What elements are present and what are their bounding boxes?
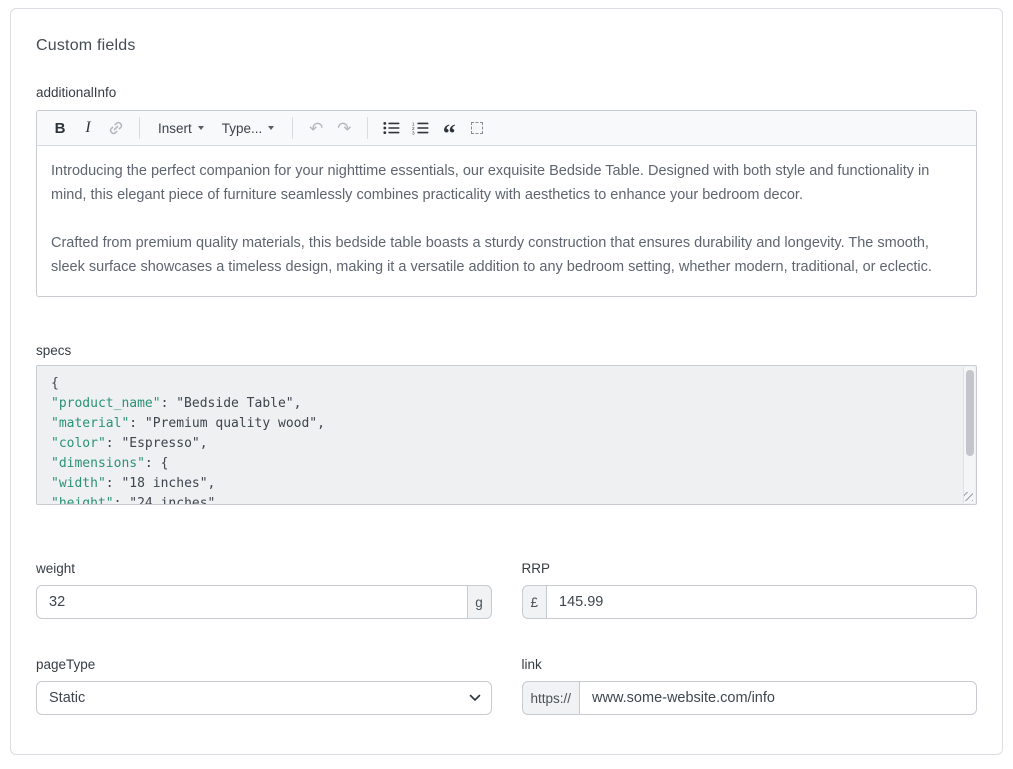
rrp-input[interactable] xyxy=(546,585,977,619)
toolbar-divider xyxy=(292,117,293,139)
svg-text:3: 3 xyxy=(412,131,415,135)
dashed-square-icon xyxy=(471,122,483,134)
additional-info-label: additionalInfo xyxy=(36,85,977,101)
italic-button[interactable]: I xyxy=(75,115,101,141)
pagetype-label: pageType xyxy=(36,657,492,673)
insert-dropdown-label: Insert xyxy=(158,121,192,136)
specs-code-line: "color": "Espresso", xyxy=(51,434,948,454)
horizontal-rule-button[interactable] xyxy=(464,115,490,141)
bold-button[interactable]: B xyxy=(47,115,73,141)
row-pagetype-link: pageType Static link https:// xyxy=(36,657,977,715)
weight-field-group: weight g xyxy=(36,561,492,619)
redo-icon: ↷ xyxy=(337,120,351,137)
type-dropdown-label: Type... xyxy=(222,121,263,136)
editor-paragraph: Crafted from premium quality materials, … xyxy=(51,231,962,279)
pagetype-select-wrap: Static xyxy=(36,681,492,715)
protocol-addon: https:// xyxy=(522,681,580,715)
link-label: link xyxy=(522,657,978,673)
currency-addon: £ xyxy=(522,585,547,619)
rrp-field-group: RRP £ xyxy=(522,561,978,619)
link-control: https:// xyxy=(522,681,978,715)
pagetype-select[interactable]: Static xyxy=(36,681,492,715)
scrollbar-track[interactable] xyxy=(963,367,975,503)
editor-content[interactable]: Introducing the perfect companion for yo… xyxy=(37,146,976,296)
custom-fields-card: Custom fields additionalInfo B I Insert xyxy=(10,8,1003,755)
toolbar-divider xyxy=(367,117,368,139)
specs-code-line: "product_name": "Bedside Table", xyxy=(51,394,948,414)
resize-grip-icon[interactable] xyxy=(964,492,973,501)
rrp-label: RRP xyxy=(522,561,978,577)
rich-text-editor: B I Insert Type... xyxy=(36,110,977,297)
weight-control: g xyxy=(36,585,492,619)
insert-dropdown[interactable]: Insert xyxy=(150,115,212,141)
specs-label: specs xyxy=(36,343,977,359)
editor-paragraph: Introducing the perfect companion for yo… xyxy=(51,159,962,207)
blockquote-button[interactable]: “ xyxy=(436,115,462,141)
ordered-list-button[interactable]: 1 2 3 xyxy=(407,115,434,141)
rrp-control: £ xyxy=(522,585,978,619)
link-input[interactable] xyxy=(579,681,977,715)
redo-button[interactable]: ↷ xyxy=(331,115,357,141)
specs-code-line: "height": "24 inches", xyxy=(51,494,948,505)
scrollbar-thumb[interactable] xyxy=(966,370,974,456)
pagetype-field-group: pageType Static xyxy=(36,657,492,715)
editor-toolbar: B I Insert Type... xyxy=(37,111,976,146)
bullet-list-icon xyxy=(383,121,400,135)
link-icon xyxy=(108,120,124,136)
specs-code-line: "dimensions": { xyxy=(51,454,948,474)
undo-icon: ↶ xyxy=(309,120,323,137)
type-dropdown[interactable]: Type... xyxy=(214,115,283,141)
bullet-list-button[interactable] xyxy=(378,115,405,141)
ordered-list-icon: 1 2 3 xyxy=(412,121,429,135)
undo-button[interactable]: ↶ xyxy=(303,115,329,141)
weight-unit-addon: g xyxy=(468,585,492,619)
link-button[interactable] xyxy=(103,115,129,141)
link-field-group: link https:// xyxy=(522,657,978,715)
blockquote-icon: “ xyxy=(443,129,456,139)
specs-code: { "product_name": "Bedside Table", "mate… xyxy=(51,374,948,505)
weight-input[interactable] xyxy=(36,585,468,619)
specs-code-line: { xyxy=(51,374,948,394)
weight-label: weight xyxy=(36,561,492,577)
toolbar-divider xyxy=(139,117,140,139)
chevron-down-icon xyxy=(268,126,274,130)
specs-textarea[interactable]: { "product_name": "Bedside Table", "mate… xyxy=(36,365,977,505)
row-weight-rrp: weight g RRP £ xyxy=(36,561,977,619)
chevron-down-icon xyxy=(198,126,204,130)
specs-code-line: "material": "Premium quality wood", xyxy=(51,414,948,434)
page-title: Custom fields xyxy=(36,37,977,55)
specs-code-line: "width": "18 inches", xyxy=(51,474,948,494)
